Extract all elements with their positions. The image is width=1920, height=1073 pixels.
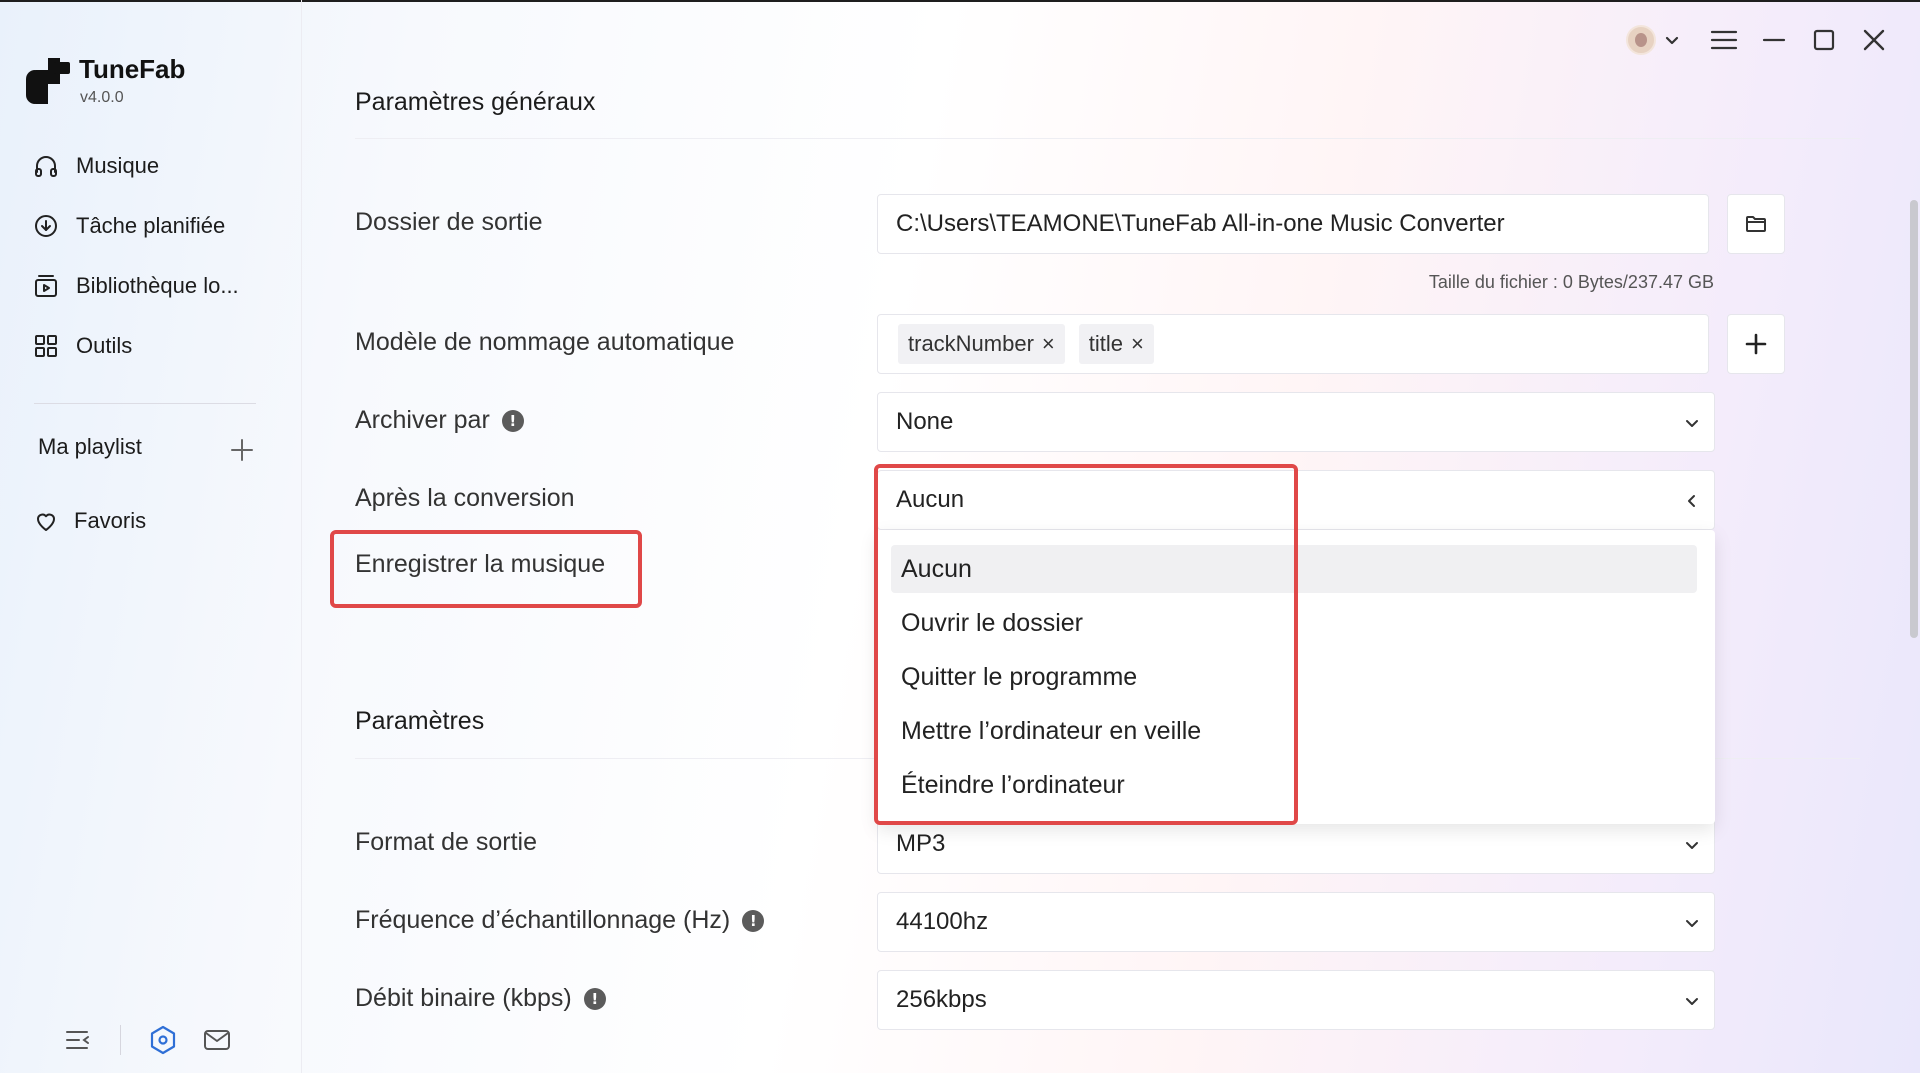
menu-button[interactable] xyxy=(1704,22,1744,58)
sidebar-item-scheduled-task[interactable]: Tâche planifiée xyxy=(34,206,225,246)
collapse-sidebar-button[interactable] xyxy=(62,1024,94,1056)
after-conversion-dropdown: Aucun Ouvrir le dossier Quitter le progr… xyxy=(877,530,1715,824)
archive-by-select[interactable]: None xyxy=(877,392,1715,452)
chevron-down-icon xyxy=(1686,998,1698,1005)
chevron-left-icon xyxy=(1688,495,1695,507)
sample-rate-row: Fréquence d’échantillonnage (Hz) ! xyxy=(355,906,765,935)
maximize-icon xyxy=(1813,29,1835,51)
bitrate-value: 256kbps xyxy=(896,986,987,1013)
sidebar-item-label: Musique xyxy=(76,153,160,178)
sidebar: TuneFab v4.0.0 Musique Tâche planifiée B… xyxy=(0,0,302,1073)
collapse-menu-icon xyxy=(66,1031,89,1049)
add-naming-tag-button[interactable] xyxy=(1727,314,1785,374)
after-conversion-select[interactable]: Aucun xyxy=(877,470,1715,530)
file-size-info: Taille du fichier : 0 Bytes/237.47 GB xyxy=(1428,272,1714,292)
sidebar-item-library[interactable]: Bibliothèque lo... xyxy=(34,266,239,306)
section-divider xyxy=(355,138,1860,139)
archive-by-row: Archiver par ! xyxy=(355,406,524,435)
sidebar-item-label: Favoris xyxy=(74,508,147,533)
maximize-button[interactable] xyxy=(1804,22,1844,58)
settings-button[interactable] xyxy=(147,1024,179,1056)
chip-label: trackNumber xyxy=(908,331,1034,356)
minimize-icon xyxy=(1762,38,1786,42)
sample-rate-value: 44100hz xyxy=(896,908,989,935)
close-icon xyxy=(1863,29,1885,51)
dropdown-option-aucun[interactable]: Aucun xyxy=(891,545,1697,593)
sample-rate-select[interactable]: 44100hz xyxy=(877,892,1715,952)
remove-chip-icon[interactable]: × xyxy=(1042,331,1055,357)
chevron-down-icon xyxy=(1686,420,1698,427)
brand-name: TuneFab xyxy=(79,54,186,84)
sidebar-item-musique[interactable]: Musique xyxy=(34,146,159,186)
bitrate-select[interactable]: 256kbps xyxy=(877,970,1715,1030)
dropdown-option-quit-program[interactable]: Quitter le programme xyxy=(891,653,1697,701)
naming-template-field[interactable]: trackNumber × title × xyxy=(877,314,1709,374)
archive-by-value: None xyxy=(896,408,954,435)
settings-hex-icon xyxy=(150,1025,176,1055)
after-conversion-value: Aucun xyxy=(896,486,965,513)
sidebar-item-outils[interactable]: Outils xyxy=(34,326,132,366)
bitrate-label: Débit binaire (kbps) xyxy=(355,984,572,1012)
plus-icon xyxy=(1745,333,1767,355)
avatar[interactable] xyxy=(1626,25,1656,55)
headphones-icon xyxy=(35,156,57,177)
naming-chip-tracknumber[interactable]: trackNumber × xyxy=(898,324,1065,364)
remove-chip-icon[interactable]: × xyxy=(1131,331,1144,357)
save-music-label[interactable]: Enregistrer la musique xyxy=(355,550,605,579)
output-folder-path: C:\Users\TEAMONE\TuneFab All-in-one Musi… xyxy=(896,210,1505,237)
heart-icon xyxy=(37,513,55,531)
info-icon[interactable]: ! xyxy=(583,987,606,1010)
mail-icon xyxy=(204,1030,230,1050)
download-circle-icon xyxy=(35,215,57,237)
chip-label: title xyxy=(1088,331,1124,356)
sidebar-item-favoris[interactable]: Favoris xyxy=(34,508,146,534)
info-icon[interactable]: ! xyxy=(501,409,524,432)
dropdown-option-sleep[interactable]: Mettre l’ordinateur en veille xyxy=(891,707,1697,755)
archive-by-label: Archiver par xyxy=(355,406,490,434)
mail-button[interactable] xyxy=(201,1024,233,1056)
dropdown-option-open-folder[interactable]: Ouvrir le dossier xyxy=(891,599,1697,647)
app-version: v4.0.0 xyxy=(80,89,124,106)
output-format-label: Format de sortie xyxy=(355,828,538,856)
dropdown-option-shutdown[interactable]: Éteindre l’ordinateur xyxy=(891,761,1697,809)
grid-icon xyxy=(35,335,57,357)
bitrate-row: Débit binaire (kbps) ! xyxy=(355,984,606,1013)
output-format-value: MP3 xyxy=(896,830,946,857)
naming-chip-title[interactable]: title × xyxy=(1078,324,1154,364)
tunefab-logo xyxy=(26,58,70,104)
sidebar-item-label: Outils xyxy=(76,333,133,358)
after-conversion-label: Après la conversion xyxy=(355,484,575,512)
sidebar-bottom-toolbar xyxy=(62,1022,233,1058)
chevron-down-icon xyxy=(1686,842,1698,849)
output-folder-label: Dossier de sortie xyxy=(355,208,543,236)
minimize-button[interactable] xyxy=(1754,22,1794,58)
chevron-down-icon xyxy=(1686,920,1698,927)
naming-template-label: Modèle de nommage automatique xyxy=(355,328,735,356)
info-icon[interactable]: ! xyxy=(742,909,765,932)
general-settings-title: Paramètres généraux xyxy=(355,88,596,116)
playlist-section-label: Ma playlist xyxy=(38,434,142,459)
sidebar-divider xyxy=(34,403,256,404)
sidebar-item-label: Bibliothèque lo... xyxy=(76,273,239,298)
output-folder-field[interactable]: C:\Users\TEAMONE\TuneFab All-in-one Musi… xyxy=(877,194,1709,254)
scrollbar-thumb[interactable] xyxy=(1910,200,1918,638)
close-button[interactable] xyxy=(1854,22,1894,58)
parameters-title: Paramètres xyxy=(355,707,485,735)
chevron-down-icon[interactable] xyxy=(1664,32,1680,48)
toolbar-separator xyxy=(120,1025,121,1055)
add-playlist-icon[interactable] xyxy=(228,436,256,464)
sample-rate-label: Fréquence d’échantillonnage (Hz) xyxy=(355,906,731,934)
window-controls xyxy=(1626,22,1894,58)
folder-icon xyxy=(1746,216,1766,232)
browse-folder-button[interactable] xyxy=(1727,194,1785,254)
hamburger-menu-icon xyxy=(1710,30,1738,50)
sidebar-item-label: Tâche planifiée xyxy=(76,213,226,238)
library-icon xyxy=(35,275,57,297)
